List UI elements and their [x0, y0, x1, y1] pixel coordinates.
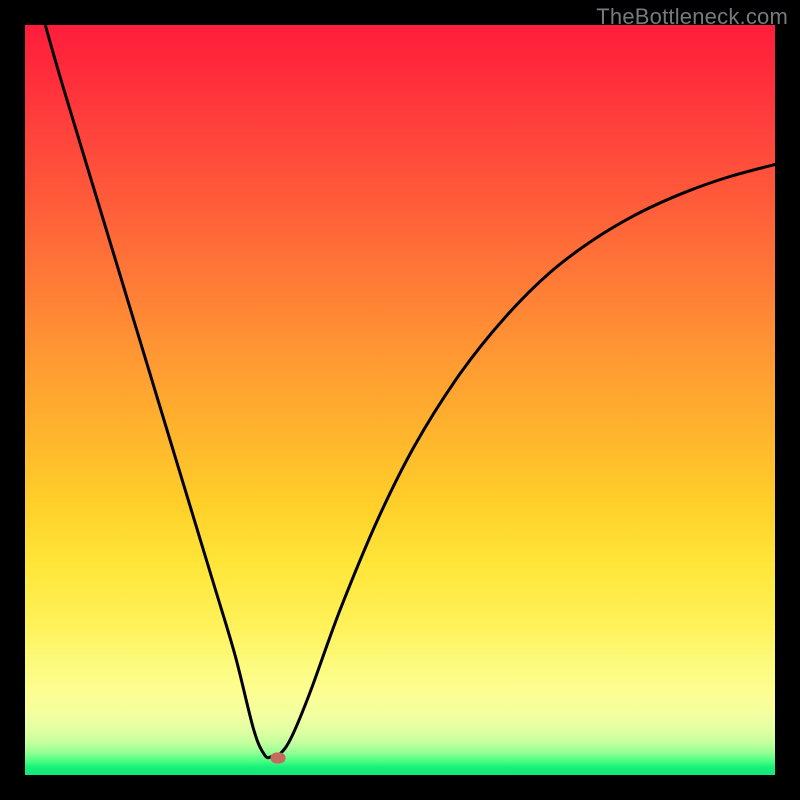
plot-area [25, 25, 775, 775]
curve-path [45, 25, 775, 758]
bottleneck-curve [25, 25, 775, 775]
chart-frame: TheBottleneck.com [0, 0, 800, 800]
watermark-text: TheBottleneck.com [596, 4, 788, 30]
optimum-marker [270, 752, 285, 763]
